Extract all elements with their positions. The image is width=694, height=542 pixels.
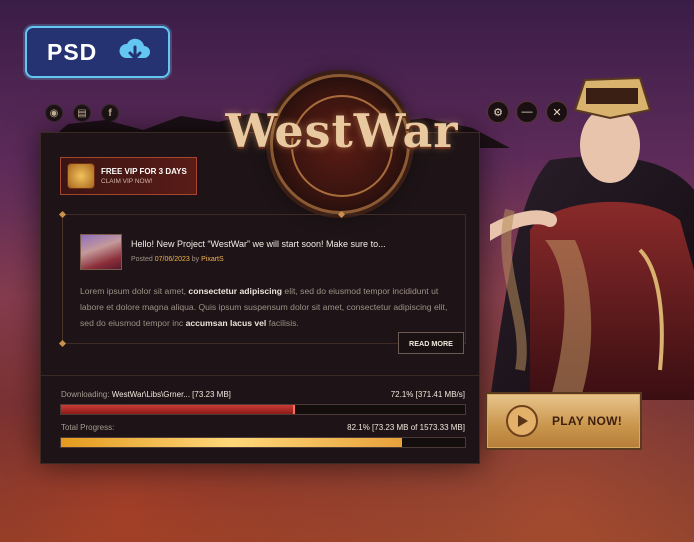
download-label: Downloading: WestWar\Libs\Grner... [73.2… [61,390,231,399]
download-progress-fill [61,405,296,414]
posted-prefix: Posted [131,256,153,263]
news-title[interactable]: Hello! New Project “WestWar” we will sta… [131,239,386,249]
divider [41,375,479,376]
download-progress-text: 72.1% [371.41 MB/s] [390,390,465,399]
vip-title: FREE VIP FOR 3 DAYS [101,167,187,176]
vip-subtitle: CLAIM VIP NOW! [101,178,153,185]
post-author[interactable]: PixartS [201,256,224,263]
play-icon [506,405,538,437]
author-avatar [80,234,122,270]
psd-badge: PSD [25,26,170,78]
facebook-icon[interactable]: f [101,104,119,122]
news-body: Lorem ipsum dolor sit amet, consectetur … [80,283,462,331]
download-progress-bar [60,404,466,415]
store-icon[interactable]: ▤ [73,104,91,122]
vip-coin-icon [67,163,95,189]
body-text: Lorem ipsum dolor sit amet, [80,286,187,296]
news-meta: Posted 07/06/2023 by PixartS [131,256,224,263]
body-highlight: accumsan lacus vel [185,318,267,328]
download-path: WestWar\Libs\Grner... [73.23 MB] [111,390,231,399]
post-date: 07/06/2023 [154,256,190,263]
vip-banner[interactable]: FREE VIP FOR 3 DAYS CLAIM VIP NOW! [60,157,197,195]
play-now-button[interactable]: PLAY NOW! [487,394,640,448]
body-highlight: consectetur adipiscing [188,286,283,296]
hero-character-illustration [490,76,694,400]
total-progress-fill [61,438,403,447]
psd-label: PSD [47,38,98,65]
download-prefix: Downloading: [61,390,110,399]
read-more-button[interactable]: READ MORE [398,332,464,354]
game-logo: WestWar [225,104,459,158]
by-label: by [191,256,200,263]
total-progress-bar [60,437,466,448]
total-progress-text: 82.1% [73.23 MB of 1573.33 MB] [347,423,465,432]
cloud-download-icon [119,38,150,61]
body-text: facilisis. [268,318,299,328]
discord-icon[interactable]: ◉ [45,104,63,122]
total-progress-label: Total Progress: [61,423,115,432]
play-now-label: PLAY NOW! [552,414,623,428]
